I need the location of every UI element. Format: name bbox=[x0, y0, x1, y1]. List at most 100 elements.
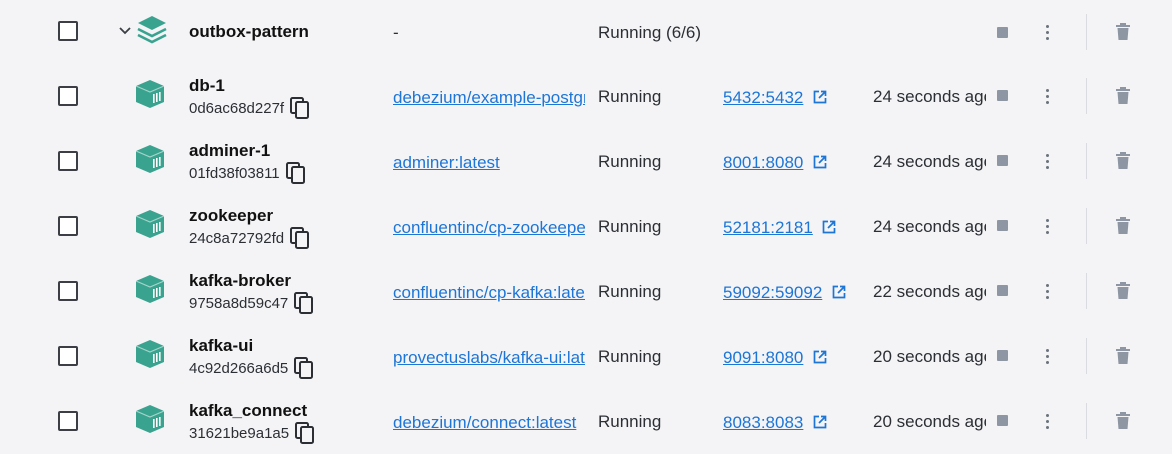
port-link[interactable]: 8083:8083 bbox=[723, 413, 827, 433]
copy-icon[interactable] bbox=[294, 357, 314, 379]
stop-icon[interactable] bbox=[997, 90, 1008, 101]
copy-icon[interactable] bbox=[285, 162, 306, 184]
external-link-icon[interactable] bbox=[813, 90, 827, 104]
stop-icon[interactable] bbox=[997, 220, 1008, 231]
container-checkbox[interactable] bbox=[58, 411, 78, 431]
container-row[interactable]: db-1 0d6ac68d227f debezium/example-postg… bbox=[0, 64, 1172, 129]
port-text[interactable]: 5432:5432 bbox=[723, 88, 803, 107]
kebab-icon[interactable] bbox=[1045, 414, 1051, 432]
container-name[interactable]: zookeeper bbox=[189, 206, 273, 226]
container-row[interactable]: zookeeper 24c8a72792fd confluentinc/cp-z… bbox=[0, 194, 1172, 259]
started-time: 24 seconds ago bbox=[873, 217, 986, 236]
copy-icon[interactable] bbox=[290, 97, 310, 119]
started-time: 20 seconds ago bbox=[873, 412, 986, 431]
port-link[interactable]: 8001:8080 bbox=[723, 153, 827, 173]
container-row[interactable]: adminer-1 01fd38f03811 adminer:latest Ru… bbox=[0, 129, 1172, 194]
container-checkbox[interactable] bbox=[58, 346, 78, 366]
container-name[interactable]: kafka_connect bbox=[189, 401, 307, 421]
group-status: Running (6/6) bbox=[598, 23, 702, 42]
container-status: Running bbox=[598, 217, 662, 236]
container-status: Running bbox=[598, 152, 662, 171]
trash-icon[interactable] bbox=[1115, 152, 1131, 170]
group-image: - bbox=[393, 23, 399, 42]
port-link[interactable]: 9091:8080 bbox=[723, 348, 827, 368]
image-link[interactable]: provectuslabs/kafka-ui:latest bbox=[393, 348, 585, 368]
chevron-down-icon[interactable] bbox=[116, 22, 134, 40]
container-row[interactable]: kafka-ui 4c92d266a6d5 provectuslabs/kafk… bbox=[0, 324, 1172, 389]
stop-icon[interactable] bbox=[997, 350, 1008, 361]
copy-icon[interactable] bbox=[295, 422, 315, 444]
container-name[interactable]: adminer-1 bbox=[189, 141, 270, 161]
kebab-icon[interactable] bbox=[1045, 89, 1051, 107]
copy-icon[interactable] bbox=[294, 292, 314, 314]
trash-icon[interactable] bbox=[1115, 87, 1131, 105]
kebab-icon[interactable] bbox=[1045, 284, 1051, 302]
container-id: 24c8a72792fd bbox=[189, 230, 285, 247]
kebab-icon[interactable] bbox=[1045, 349, 1051, 367]
container-status: Running bbox=[598, 412, 662, 431]
container-icon bbox=[135, 275, 165, 303]
divider bbox=[1086, 338, 1087, 374]
trash-icon[interactable] bbox=[1115, 282, 1131, 300]
port-text[interactable]: 59092:59092 bbox=[723, 283, 822, 302]
container-name[interactable]: kafka-ui bbox=[189, 336, 253, 356]
stop-icon[interactable] bbox=[997, 27, 1008, 38]
container-status: Running bbox=[598, 87, 662, 106]
started-time: 20 seconds ago bbox=[873, 347, 986, 366]
external-link-icon[interactable] bbox=[813, 350, 827, 364]
stop-icon[interactable] bbox=[997, 285, 1008, 296]
kebab-icon[interactable] bbox=[1045, 154, 1051, 172]
external-link-icon[interactable] bbox=[832, 285, 846, 299]
image-link[interactable]: confluentinc/cp-kafka:latest bbox=[393, 283, 585, 303]
external-link-icon[interactable] bbox=[822, 220, 836, 234]
trash-icon[interactable] bbox=[1115, 412, 1131, 430]
image-link[interactable]: debezium/example-postgres bbox=[393, 88, 585, 108]
container-icon bbox=[135, 210, 165, 238]
port-text[interactable]: 9091:8080 bbox=[723, 348, 803, 367]
image-link[interactable]: debezium/connect:latest bbox=[393, 413, 585, 433]
divider bbox=[1086, 143, 1087, 179]
container-checkbox[interactable] bbox=[58, 216, 78, 236]
group-checkbox[interactable] bbox=[58, 21, 78, 41]
stack-icon bbox=[137, 16, 167, 44]
kebab-icon[interactable] bbox=[1045, 25, 1051, 43]
trash-icon[interactable] bbox=[1115, 23, 1131, 41]
container-icon bbox=[135, 80, 165, 108]
started-time: 24 seconds ago bbox=[873, 87, 986, 106]
container-row[interactable]: kafka_connect 31621be9a1a5 debezium/conn… bbox=[0, 389, 1172, 454]
external-link-icon[interactable] bbox=[813, 155, 827, 169]
compose-group-row[interactable]: outbox-pattern - Running (6/6) bbox=[0, 0, 1172, 64]
group-name[interactable]: outbox-pattern bbox=[189, 22, 309, 42]
container-checkbox[interactable] bbox=[58, 86, 78, 106]
container-checkbox[interactable] bbox=[58, 151, 78, 171]
stop-icon[interactable] bbox=[997, 415, 1008, 426]
port-text[interactable]: 8001:8080 bbox=[723, 153, 803, 172]
divider bbox=[1086, 208, 1087, 244]
container-id: 01fd38f03811 bbox=[189, 165, 280, 182]
port-text[interactable]: 52181:2181 bbox=[723, 218, 813, 237]
container-status: Running bbox=[598, 282, 662, 301]
port-link[interactable]: 59092:59092 bbox=[723, 283, 846, 303]
port-text[interactable]: 8083:8083 bbox=[723, 413, 803, 432]
image-link[interactable]: adminer:latest bbox=[393, 153, 585, 173]
container-row[interactable]: kafka-broker 9758a8d59c47 confluentinc/c… bbox=[0, 259, 1172, 324]
container-name[interactable]: db-1 bbox=[189, 76, 225, 96]
image-link[interactable]: confluentinc/cp-zookeeper bbox=[393, 218, 585, 238]
container-icon bbox=[135, 145, 165, 173]
kebab-icon[interactable] bbox=[1045, 219, 1051, 237]
trash-icon[interactable] bbox=[1115, 217, 1131, 235]
container-id: 0d6ac68d227f bbox=[189, 100, 285, 117]
divider bbox=[1086, 78, 1087, 114]
stop-icon[interactable] bbox=[997, 155, 1008, 166]
divider bbox=[1086, 14, 1087, 50]
container-id: 31621be9a1a5 bbox=[189, 425, 290, 442]
trash-icon[interactable] bbox=[1115, 347, 1131, 365]
copy-icon[interactable] bbox=[290, 227, 310, 249]
container-name[interactable]: kafka-broker bbox=[189, 271, 291, 291]
port-link[interactable]: 52181:2181 bbox=[723, 218, 836, 238]
port-link[interactable]: 5432:5432 bbox=[723, 88, 827, 108]
container-icon bbox=[135, 405, 165, 433]
external-link-icon[interactable] bbox=[813, 415, 827, 429]
container-checkbox[interactable] bbox=[58, 281, 78, 301]
container-status: Running bbox=[598, 347, 662, 366]
